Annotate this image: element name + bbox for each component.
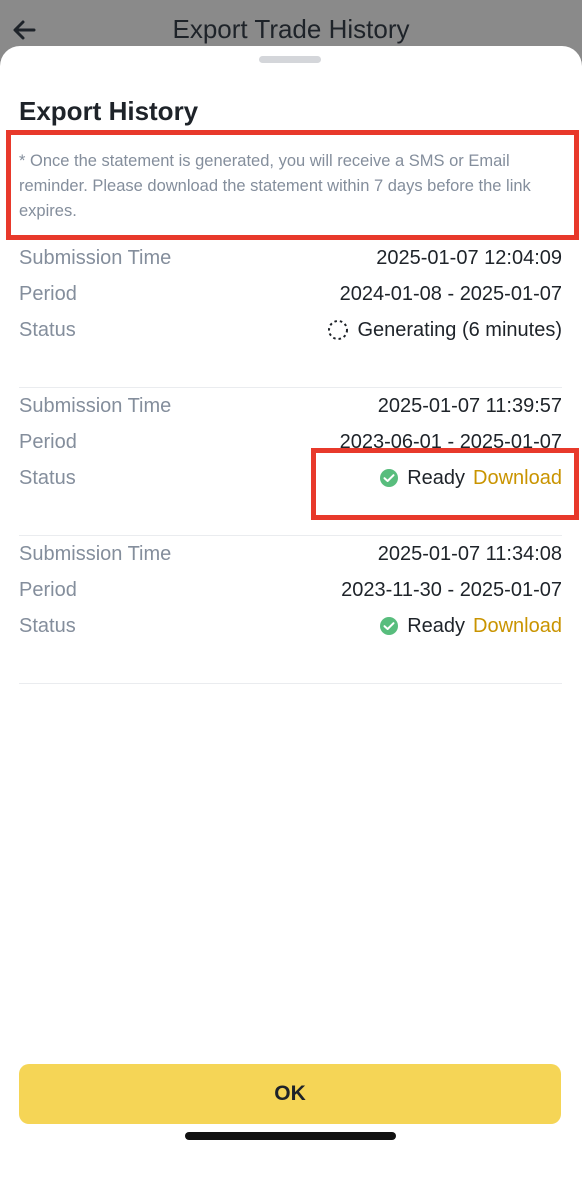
period-value: 2024-01-08 - 2025-01-07 [339, 283, 562, 305]
status-row: Status Generating (6 minutes) [19, 312, 562, 348]
submission-time-label: Submission Time [19, 395, 172, 417]
spinner-icon [328, 320, 349, 340]
home-indicator [185, 1132, 396, 1140]
history-record: Submission Time 2025-01-07 12:04:09 Peri… [19, 240, 562, 388]
status-label: Status [19, 319, 76, 341]
submission-time-row: Submission Time 2025-01-07 11:39:57 [19, 388, 562, 424]
page-title: Export Trade History [172, 14, 410, 44]
period-label: Period [19, 431, 77, 453]
notice-highlight-box [6, 130, 579, 240]
check-circle-icon [380, 617, 399, 635]
period-value: 2023-11-30 - 2025-01-07 [341, 579, 562, 601]
submission-time-label: Submission Time [19, 247, 172, 269]
status-text: Generating (6 minutes) [357, 319, 562, 341]
period-label: Period [19, 283, 77, 305]
status-label: Status [19, 615, 76, 637]
history-record: Submission Time 2025-01-07 11:34:08 Peri… [19, 536, 562, 684]
ok-button[interactable]: OK [19, 1064, 561, 1124]
sheet-title: Export History [19, 96, 199, 126]
submission-time-label: Submission Time [19, 543, 172, 565]
download-link[interactable]: Download [473, 608, 562, 644]
submission-time-value: 2025-01-07 12:04:09 [376, 247, 562, 269]
submission-time-value: 2025-01-07 11:39:57 [377, 395, 562, 417]
status-row: Status Ready Download [19, 608, 562, 644]
period-label: Period [19, 579, 77, 601]
status-text: Ready [407, 615, 466, 637]
period-row: Period 2023-11-30 - 2025-01-07 [19, 572, 562, 608]
period-row: Period 2024-01-08 - 2025-01-07 [19, 276, 562, 312]
status-label: Status [19, 467, 76, 489]
submission-time-row: Submission Time 2025-01-07 12:04:09 [19, 240, 562, 276]
submission-time-row: Submission Time 2025-01-07 11:34:08 [19, 536, 562, 572]
download-highlight-box [311, 448, 579, 520]
status-value: Generating (6 minutes) [327, 312, 562, 348]
submission-time-value: 2025-01-07 11:34:08 [377, 543, 562, 565]
sheet-grabber[interactable] [259, 56, 321, 63]
status-value: Ready Download [379, 608, 562, 644]
